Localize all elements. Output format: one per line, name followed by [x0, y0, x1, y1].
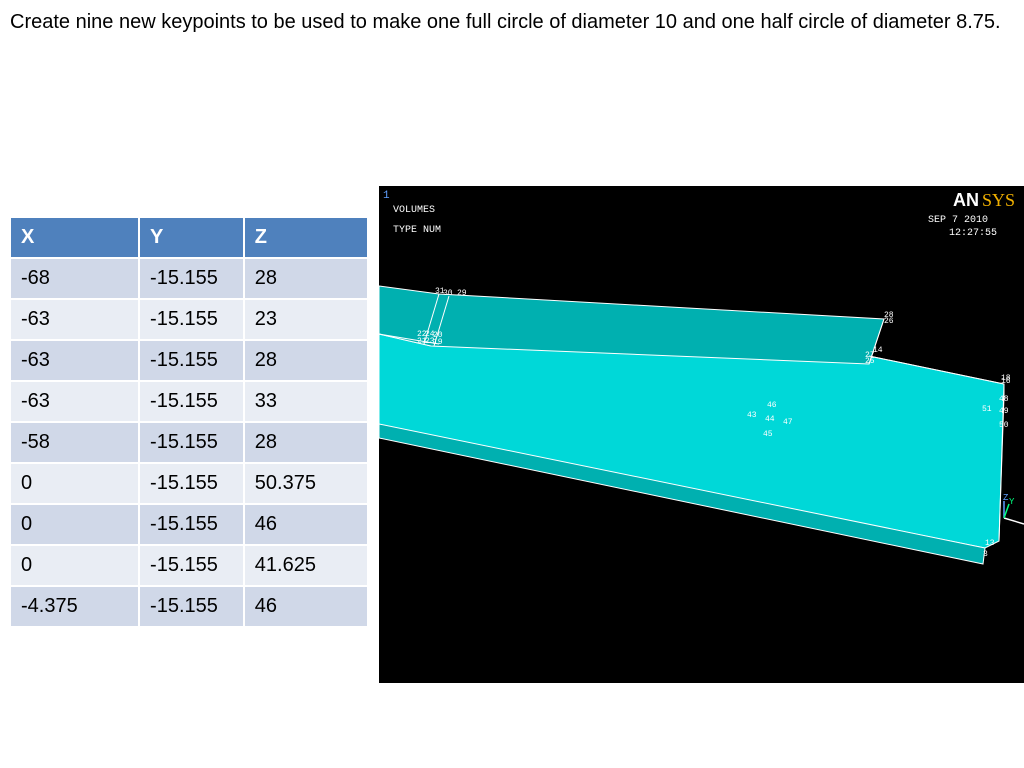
cell-z: 50.375	[242, 462, 370, 505]
kp-label: 25	[865, 357, 875, 366]
table-row: -63 -15.155 33	[8, 380, 370, 423]
kp-label: 13	[985, 539, 995, 548]
kp-label: 49	[999, 407, 1009, 416]
triad-x-axis	[1003, 517, 1024, 525]
window-number: 1	[383, 190, 390, 202]
table-row: 0 -15.155 50.375	[8, 462, 370, 505]
cell-y: -15.155	[138, 503, 245, 546]
cell-x: -68	[8, 257, 141, 300]
kp-label: 51	[982, 405, 992, 414]
cell-z: 28	[242, 421, 370, 464]
kp-label: 19	[433, 338, 443, 347]
cell-y: -15.155	[138, 298, 245, 341]
plot-date: SEP 7 2010	[928, 215, 988, 226]
table-row: -63 -15.155 28	[8, 339, 370, 382]
header-x: X	[8, 216, 141, 259]
plot-type-label: VOLUMES	[393, 205, 435, 216]
kp-label: 3	[983, 550, 988, 559]
cell-x: -63	[8, 380, 141, 423]
cell-z: 28	[242, 257, 370, 300]
cell-x: 0	[8, 503, 141, 546]
kp-label: 16	[1001, 377, 1011, 386]
numbering-label: TYPE NUM	[393, 225, 441, 236]
logo-sys: SYS	[982, 190, 1015, 210]
cell-y: -15.155	[138, 544, 245, 587]
cell-x: 0	[8, 462, 141, 505]
kp-label: 50	[999, 421, 1009, 430]
table-row: -58 -15.155 28	[8, 421, 370, 464]
cell-x: 0	[8, 544, 141, 587]
kp-label: 47	[783, 418, 793, 427]
model-render[interactable]: 1 VOLUMES TYPE NUM SEP 7 2010 12:27:55 A…	[379, 186, 1024, 683]
cell-x: -63	[8, 298, 141, 341]
table-row: -4.375 -15.155 46	[8, 585, 370, 628]
ansys-graphics-viewport[interactable]: 1 VOLUMES TYPE NUM SEP 7 2010 12:27:55 A…	[379, 186, 1024, 683]
plot-time: 12:27:55	[949, 228, 997, 239]
cell-y: -15.155	[138, 585, 245, 628]
instruction-text: Create nine new keypoints to be used to …	[10, 11, 1001, 33]
table-row: -63 -15.155 23	[8, 298, 370, 341]
keypoint-table: X Y Z -68 -15.155 28 -63 -15.155 23 -63 -15.155…	[8, 216, 370, 628]
table-row: -68 -15.155 28	[8, 257, 370, 300]
cell-y: -15.155	[138, 380, 245, 423]
table-row: 0 -15.155 46	[8, 503, 370, 546]
cell-x: -63	[8, 339, 141, 382]
header-z: Z	[242, 216, 370, 259]
cell-z: 33	[242, 380, 370, 423]
kp-label: 43	[747, 411, 757, 420]
cell-y: -15.155	[138, 257, 245, 300]
kp-label: 44	[765, 415, 775, 424]
logo-an: AN	[953, 190, 979, 210]
cell-y: -15.155	[138, 462, 245, 505]
cell-y: -15.155	[138, 339, 245, 382]
cell-z: 46	[242, 503, 370, 546]
kp-label: 48	[999, 395, 1009, 404]
cell-z: 41.625	[242, 544, 370, 587]
cell-z: 28	[242, 339, 370, 382]
volume-body	[379, 333, 1005, 549]
cell-z: 23	[242, 298, 370, 341]
header-y: Y	[138, 216, 245, 259]
kp-label: 29	[457, 289, 467, 298]
table-header-row: X Y Z	[8, 216, 370, 259]
cell-x: -4.375	[8, 585, 141, 628]
coordinate-triad: Z Y	[1003, 493, 1024, 525]
ansys-logo: AN SYS	[953, 190, 1015, 210]
kp-label: 30	[443, 289, 453, 298]
table-row: 0 -15.155 41.625	[8, 544, 370, 587]
kp-label: 26	[884, 317, 894, 326]
triad-y-label: Y	[1009, 497, 1015, 507]
kp-label: 46	[767, 401, 777, 410]
cell-y: -15.155	[138, 421, 245, 464]
cell-z: 46	[242, 585, 370, 628]
cell-x: -58	[8, 421, 141, 464]
kp-label: 45	[763, 430, 773, 439]
